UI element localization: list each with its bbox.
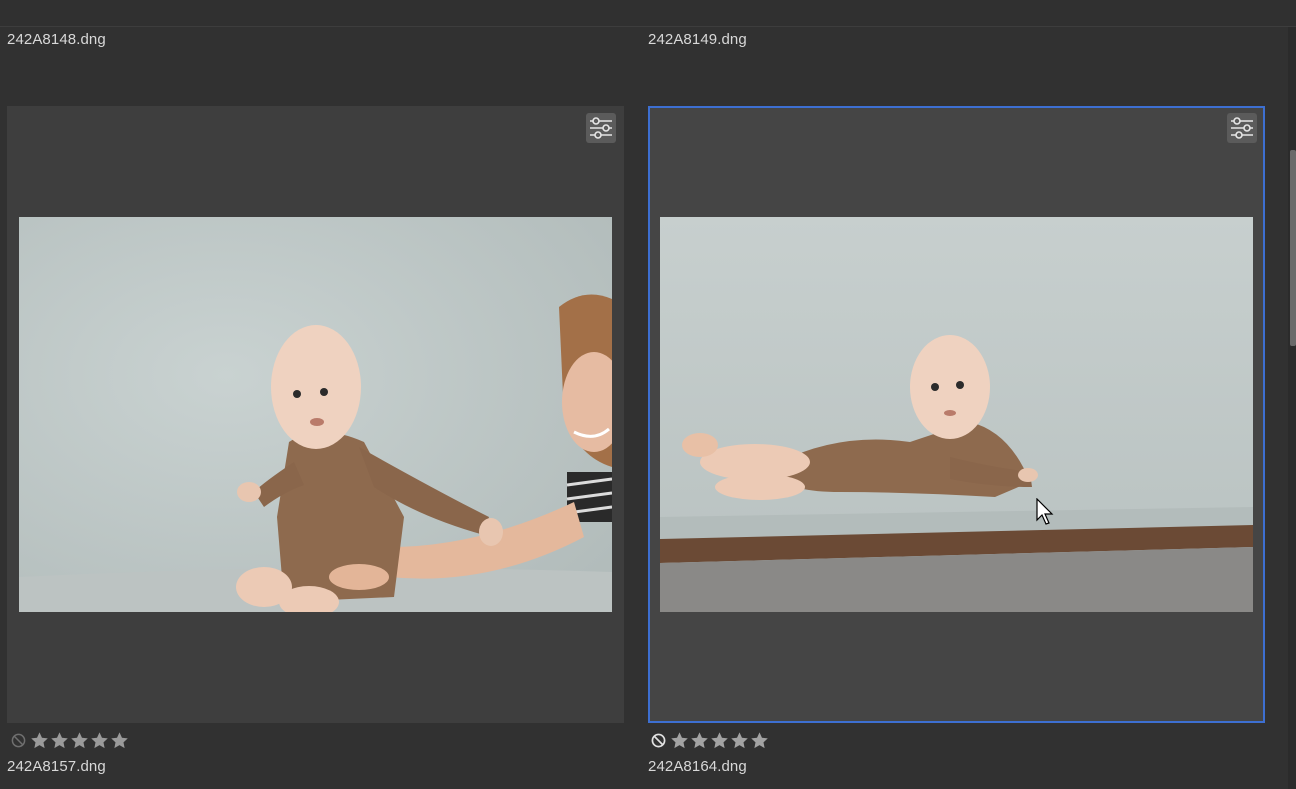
photo-image-baby-with-mother <box>19 217 612 612</box>
photo-thumbnail[interactable] <box>660 217 1253 612</box>
thumbnail-filename: 242A8149.dng <box>648 31 747 48</box>
photo-image-baby-lying <box>660 217 1253 612</box>
star-icon[interactable] <box>670 731 689 750</box>
star-icon[interactable] <box>50 731 69 750</box>
edit-adjustments-button[interactable] <box>586 113 616 143</box>
thumbnail-filename: 242A8164.dng <box>648 758 747 775</box>
sliders-icon <box>1231 117 1253 139</box>
star-icon[interactable] <box>750 731 769 750</box>
star-icon[interactable] <box>70 731 89 750</box>
star-icon[interactable] <box>690 731 709 750</box>
thumbnail-filename: 242A8148.dng <box>7 31 106 48</box>
scrollbar-thumb[interactable] <box>1290 150 1296 346</box>
rating-row <box>651 729 770 751</box>
star-icon[interactable] <box>110 731 129 750</box>
star-icon[interactable] <box>730 731 749 750</box>
rating-row <box>11 729 130 751</box>
star-icon[interactable] <box>710 731 729 750</box>
vertical-scrollbar[interactable] <box>1288 27 1296 789</box>
mouse-cursor-icon <box>1036 498 1054 525</box>
reject-flag-icon[interactable] <box>651 733 666 748</box>
photo-thumbnail-cell[interactable] <box>7 106 624 723</box>
star-icon[interactable] <box>30 731 49 750</box>
edit-adjustments-button[interactable] <box>1227 113 1257 143</box>
top-strip <box>0 0 1296 27</box>
photo-thumbnail-cell-selected[interactable] <box>648 106 1265 723</box>
reject-flag-icon[interactable] <box>11 733 26 748</box>
photo-thumbnail[interactable] <box>19 217 612 612</box>
star-icon[interactable] <box>90 731 109 750</box>
thumbnail-filename: 242A8157.dng <box>7 758 106 775</box>
sliders-icon <box>590 117 612 139</box>
